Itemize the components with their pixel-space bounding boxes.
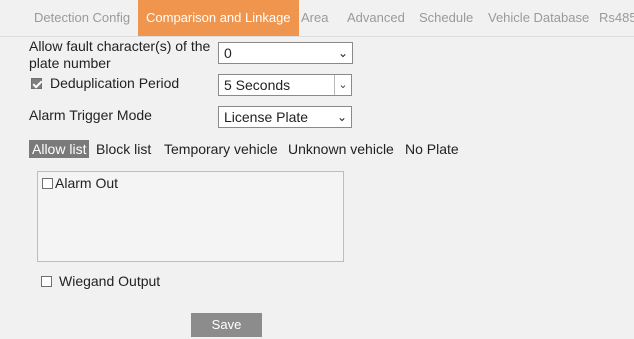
fault-characters-label-line2: plate number bbox=[29, 55, 111, 71]
deduplication-checkbox[interactable] bbox=[31, 78, 42, 89]
tab-advanced[interactable]: Advanced bbox=[347, 0, 405, 36]
tab-vehicle-database[interactable]: Vehicle Database bbox=[488, 0, 589, 36]
alarm-trigger-value: License Plate bbox=[224, 109, 309, 125]
tab-schedule[interactable]: Schedule bbox=[419, 0, 473, 36]
subtab-temporary-vehicle[interactable]: Temporary vehicle bbox=[164, 140, 278, 158]
chevron-down-icon: ⌄ bbox=[337, 46, 348, 60]
tab-rs485[interactable]: Rs485 bbox=[599, 0, 634, 36]
deduplication-select[interactable]: 5 Seconds ⌄ bbox=[218, 74, 352, 96]
alarm-out-label: Alarm Out bbox=[55, 175, 119, 191]
fault-characters-label-line1: Allow fault character(s) of the bbox=[29, 38, 211, 54]
tab-bar: Detection Config Comparison and Linkage … bbox=[0, 0, 634, 37]
fault-characters-value: 0 bbox=[224, 45, 232, 61]
alarm-trigger-label: Alarm Trigger Mode bbox=[29, 107, 152, 123]
deduplication-value: 5 Seconds bbox=[224, 77, 291, 93]
alarm-trigger-select[interactable]: License Plate ⌄ bbox=[218, 106, 352, 128]
wiegand-output-label: Wiegand Output bbox=[59, 273, 161, 289]
wiegand-output-checkbox[interactable] bbox=[41, 276, 52, 287]
tab-detection-config[interactable]: Detection Config bbox=[34, 0, 130, 36]
chevron-down-icon: ⌄ bbox=[336, 110, 347, 124]
tab-area[interactable]: Area bbox=[301, 0, 328, 36]
fault-characters-select[interactable]: 0 ⌄ bbox=[218, 42, 353, 64]
subtab-unknown-vehicle[interactable]: Unknown vehicle bbox=[288, 140, 394, 158]
tab-comparison-and-linkage[interactable]: Comparison and Linkage bbox=[138, 0, 299, 36]
alarm-out-checkbox[interactable] bbox=[42, 178, 53, 189]
save-button[interactable]: Save bbox=[191, 313, 262, 337]
alarm-out-panel: Alarm Out bbox=[37, 171, 344, 262]
subtab-no-plate[interactable]: No Plate bbox=[405, 140, 459, 158]
subtab-block-list[interactable]: Block list bbox=[96, 140, 151, 158]
subtab-allow-list[interactable]: Allow list bbox=[29, 140, 90, 158]
chevron-down-icon: ⌄ bbox=[334, 75, 351, 95]
deduplication-label: Deduplication Period bbox=[50, 75, 180, 91]
